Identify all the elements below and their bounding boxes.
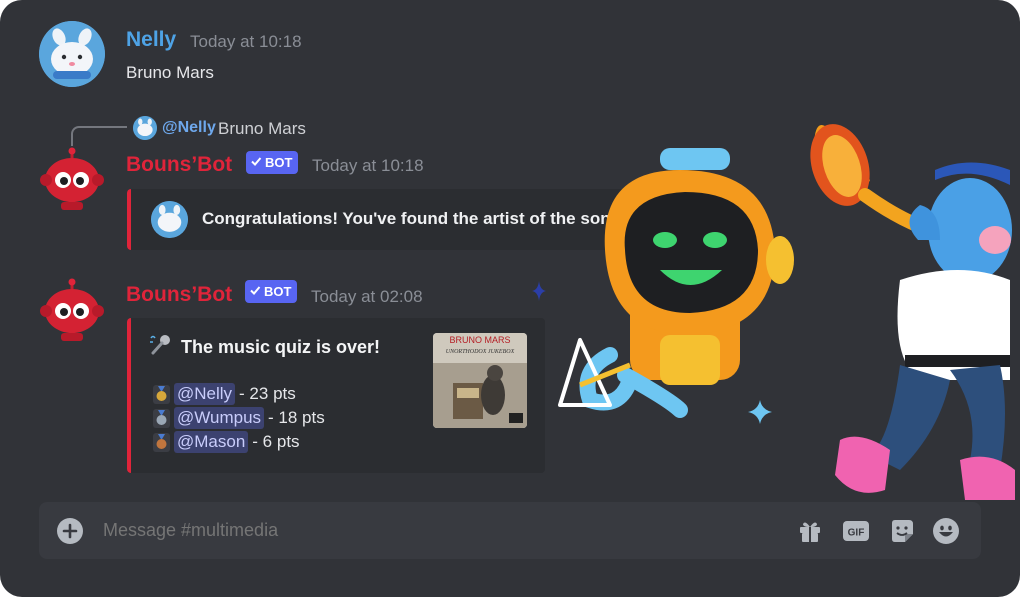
embed-author-avatar [151,201,188,238]
mention-mason[interactable]: @Mason [174,431,249,453]
gif-icon[interactable]: GIF [842,517,870,545]
nelly-message-text: Bruno Mars [126,63,214,82]
bot-avatar[interactable] [39,146,105,212]
bot-badge: BOT [245,280,298,303]
reply-connector-line [71,126,127,146]
leaderboard-row: @Mason - 6 pts [153,431,300,453]
leaderboard-row: @Wumpus - 18 pts [153,407,325,429]
reply-avatar[interactable] [133,116,157,140]
album-artist-text: BRUNO MARS [449,335,510,345]
silver-medal-icon [153,408,170,428]
verified-check-icon [250,151,262,174]
score-text: - 6 pts [252,432,300,451]
mention-wumpus[interactable]: @Wumpus [174,407,265,429]
bronze-medal-icon [153,432,170,452]
sticker-icon[interactable] [888,517,916,545]
bot-badge-label: BOT [265,155,293,170]
bot-username[interactable]: Bouns’Bot [126,153,232,177]
bot-timestamp: Today at 10:18 [312,156,424,175]
emoji-picker-icon[interactable] [932,517,960,545]
embed-music-quiz: The music quiz is over! @Nelly - 23 pts … [127,318,545,473]
gold-medal-icon [153,384,170,404]
bot-timestamp: Today at 02:08 [311,287,423,306]
embed-title: The music quiz is over! [149,334,380,361]
mascot-illustration [558,124,1015,500]
nelly-timestamp: Today at 10:18 [190,32,302,51]
gif-label: GIF [848,528,865,539]
bot-avatar[interactable] [39,277,105,343]
score-text: - 18 pts [268,408,325,427]
bot-username[interactable]: Bouns’Bot [126,283,232,307]
embed-title-text: The music quiz is over! [181,337,381,357]
reply-mention[interactable]: @Nelly [162,119,216,137]
nelly-avatar[interactable] [39,21,105,87]
add-attachment-plus-icon[interactable] [56,517,84,545]
nelly-username[interactable]: Nelly [126,28,176,52]
chat-window: Nelly Today at 10:18 Bruno Mars @Nelly B… [0,0,1020,597]
bot-badge: BOT [246,151,299,174]
bot-badge-label: BOT [264,284,292,299]
message-composer: GIF [39,502,981,559]
message-input[interactable] [101,519,745,542]
album-title-text: UNORTHODOX JUKEBOX [446,349,515,355]
album-cover-thumbnail[interactable]: BRUNO MARS UNORTHODOX JUKEBOX [433,333,527,428]
mention-nelly[interactable]: @Nelly [174,383,236,405]
gift-icon[interactable] [796,517,824,545]
leaderboard-row: @Nelly - 23 pts [153,383,296,405]
microphone-icon [149,334,173,361]
reply-text[interactable]: Bruno Mars [218,119,306,139]
score-text: - 23 pts [239,384,296,403]
verified-check-icon [249,280,261,303]
